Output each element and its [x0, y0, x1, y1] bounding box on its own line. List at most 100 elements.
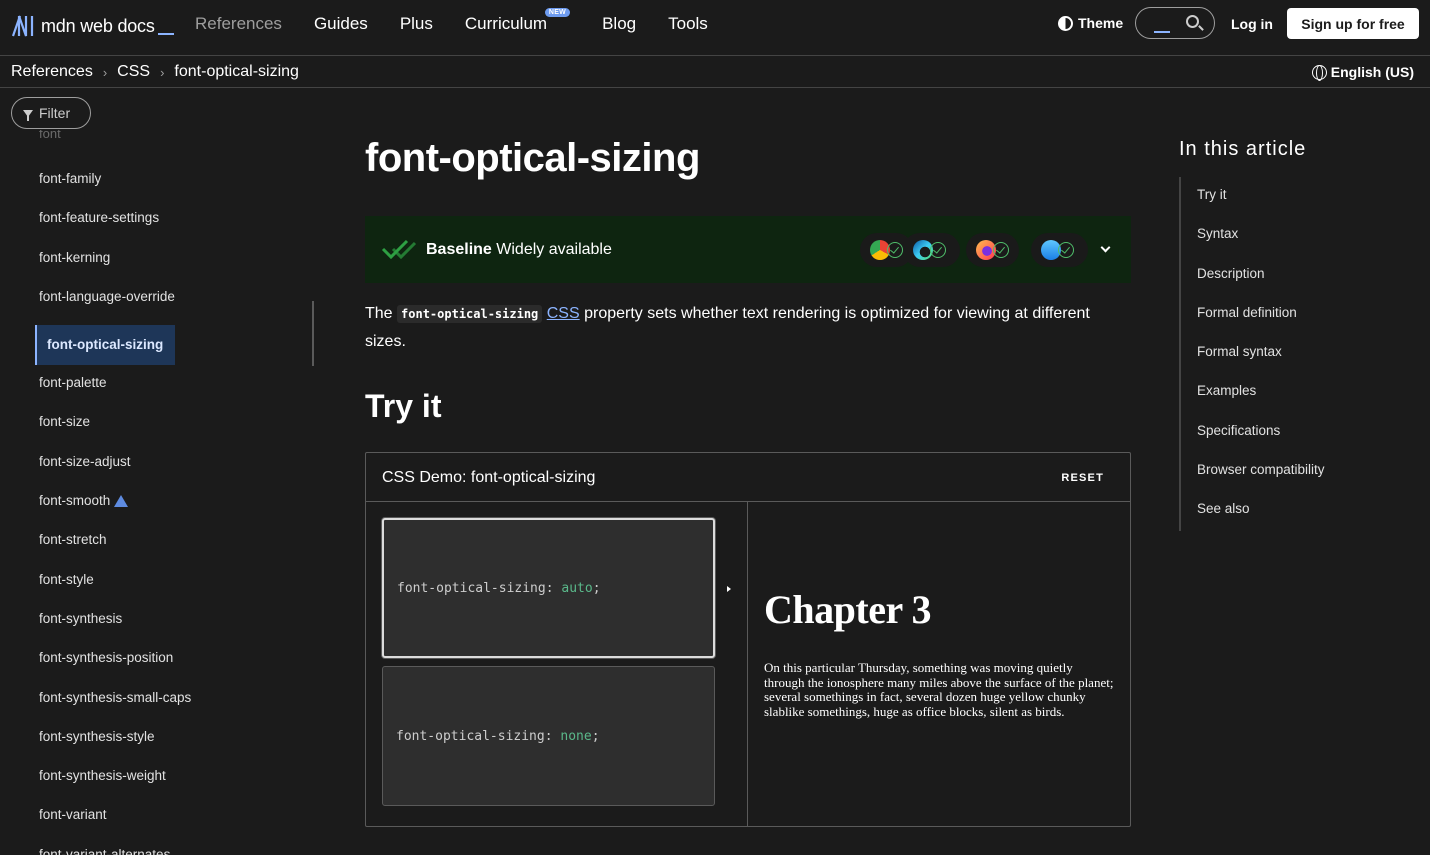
toc-title: In this article — [1179, 138, 1307, 160]
sidebar-item-font-feature-settings[interactable]: font-feature-settings — [39, 209, 191, 248]
toc-item-formal-syntax[interactable]: Formal syntax — [1181, 334, 1409, 373]
mdn-logo[interactable]: mdn web docs — [11, 12, 174, 40]
language-label: English (US) — [1330, 64, 1414, 80]
toc-item-browser-compatibility[interactable]: Browser compatibility — [1181, 452, 1409, 491]
chevron-down-icon[interactable] — [1100, 242, 1111, 253]
browser-edge — [903, 233, 960, 267]
breadcrumb-bar: References › CSS › font-optical-sizing E… — [0, 56, 1430, 88]
breadcrumb-css[interactable]: CSS — [117, 63, 150, 81]
search-cursor — [1154, 31, 1170, 33]
baseline-availability: Widely available — [491, 241, 612, 258]
login-link[interactable]: Log in — [1231, 16, 1273, 32]
sidebar-item-font[interactable]: font — [39, 130, 61, 144]
sidebar-item-font-palette[interactable]: font-palette — [39, 374, 191, 413]
breadcrumb-references[interactable]: References — [11, 63, 93, 81]
sidebar-item-font-style[interactable]: font-style — [39, 571, 191, 610]
sidebar-item-font-synthesis-weight[interactable]: font-synthesis-weight — [39, 767, 191, 806]
filter-icon — [23, 109, 33, 121]
sidebar-item-font-synthesis-small-caps[interactable]: font-synthesis-small-caps — [39, 689, 191, 728]
page-title: font-optical-sizing — [365, 136, 700, 180]
baseline-status: Baseline Widely available — [426, 241, 612, 259]
output-heading: Chapter 3 — [764, 587, 931, 632]
css-link[interactable]: CSS — [547, 305, 580, 322]
toc-item-examples[interactable]: Examples — [1181, 373, 1409, 412]
play-arrow-icon — [727, 586, 731, 592]
intro-text-before: The — [365, 305, 398, 322]
sidebar-item-font-size-adjust[interactable]: font-size-adjust — [39, 453, 191, 492]
baseline-label: Baseline — [426, 241, 492, 258]
search-icon[interactable] — [1186, 15, 1199, 28]
filter-button[interactable]: Filter — [11, 97, 91, 129]
code-value: auto — [561, 580, 593, 596]
logo-text: mdn web docs — [41, 15, 155, 36]
new-badge: NEW — [544, 8, 571, 17]
demo-option-none[interactable]: font-optical-sizing: none; — [382, 666, 715, 806]
demo-option-auto[interactable]: font-optical-sizing: auto; — [382, 518, 715, 658]
demo-output: Chapter 3 On this particular Thursday, s… — [764, 502, 1119, 826]
output-paragraph: On this particular Thursday, something w… — [764, 660, 1114, 719]
reset-button[interactable]: RESET — [1061, 472, 1104, 484]
nav-curriculum-label: Curriculum — [464, 14, 548, 33]
interactive-demo: CSS Demo: font-optical-sizing RESET font… — [365, 452, 1131, 827]
sidebar-item-font-size[interactable]: font-size — [39, 413, 191, 452]
search-input[interactable] — [1135, 7, 1215, 39]
sidebar-item-font-language-override[interactable]: font-language-override — [39, 288, 191, 327]
sidebar-item-font-stretch[interactable]: font-stretch — [39, 531, 191, 570]
sidebar-item-font-synthesis[interactable]: font-synthesis — [39, 610, 191, 649]
toc-item-specifications[interactable]: Specifications — [1181, 413, 1409, 452]
check-icon — [930, 242, 946, 258]
baseline-banner[interactable]: Baseline Widely available — [365, 216, 1131, 283]
toc-item-syntax[interactable]: Syntax — [1181, 216, 1409, 255]
nav-blog[interactable]: Blog — [602, 14, 636, 34]
warning-icon — [114, 495, 129, 508]
sidebar-item-active-label: font-optical-sizing — [35, 325, 176, 366]
check-icon — [887, 242, 903, 258]
demo-header: CSS Demo: font-optical-sizing RESET — [366, 453, 1130, 502]
sidebar-item-font-kerning[interactable]: font-kerning — [39, 249, 191, 288]
logo-cursor — [157, 33, 174, 35]
browser-safari — [1031, 233, 1088, 267]
table-of-contents: Try it Syntax Description Formal definit… — [1179, 177, 1409, 531]
intro-paragraph: The font-optical-sizing CSS property set… — [365, 300, 1131, 356]
code-value: none — [560, 728, 592, 744]
theme-label: Theme — [1078, 15, 1124, 31]
breadcrumb: References › CSS › font-optical-sizing — [11, 63, 299, 81]
top-navigation: mdn web docs References Guides Plus Curr… — [0, 0, 1430, 56]
theme-button[interactable]: Theme — [1058, 15, 1123, 31]
sidebar-item-font-optical-sizing[interactable]: font-optical-sizing — [35, 325, 191, 373]
language-switcher[interactable]: English (US) — [1311, 64, 1414, 81]
baseline-check-icon — [381, 239, 417, 260]
toc-item-formal-definition[interactable]: Formal definition — [1181, 295, 1409, 334]
breadcrumb-current[interactable]: font-optical-sizing — [174, 63, 299, 81]
sidebar-scrollbar[interactable] — [312, 301, 314, 366]
toc-item-see-also[interactable]: See also — [1181, 491, 1409, 530]
chevron-right-icon: › — [102, 64, 108, 80]
theme-icon — [1058, 15, 1073, 31]
main-menu: References Guides Plus Curriculum NEW Bl… — [195, 8, 740, 34]
sidebar-item-font-variant[interactable]: font-variant — [39, 806, 191, 845]
nav-references[interactable]: References — [195, 14, 282, 34]
sidebar-item-font-synthesis-style[interactable]: font-synthesis-style — [39, 728, 191, 767]
check-icon — [993, 242, 1009, 258]
nav-tools[interactable]: Tools — [668, 14, 708, 34]
nav-guides[interactable]: Guides — [314, 14, 368, 34]
toc-item-description[interactable]: Description — [1181, 256, 1409, 295]
code-property: font-optical-sizing — [397, 580, 546, 596]
sidebar-item-font-smooth[interactable]: font-smooth — [39, 492, 191, 531]
filter-label: Filter — [39, 105, 71, 121]
signup-button[interactable]: Sign up for free — [1287, 8, 1419, 39]
sidebar-item-font-variant-alternates[interactable]: font-variant-alternates — [39, 846, 191, 855]
sidebar-item-font-synthesis-position[interactable]: font-synthesis-position — [39, 649, 191, 688]
toc-item-try-it[interactable]: Try it — [1181, 177, 1409, 216]
sidebar-item-label: font-smooth — [39, 493, 111, 509]
check-icon — [1058, 242, 1074, 258]
code-property: font-optical-sizing — [396, 728, 545, 744]
demo-title: CSS Demo: font-optical-sizing — [382, 469, 596, 486]
browser-firefox — [966, 233, 1019, 267]
nav-plus[interactable]: Plus — [400, 14, 433, 34]
sidebar-item-font-family[interactable]: font-family — [39, 170, 191, 209]
nav-curriculum[interactable]: Curriculum NEW — [464, 8, 571, 34]
chevron-right-icon: › — [160, 64, 165, 80]
mdn-logo-icon — [11, 15, 34, 37]
tryit-heading: Try it — [365, 388, 442, 424]
